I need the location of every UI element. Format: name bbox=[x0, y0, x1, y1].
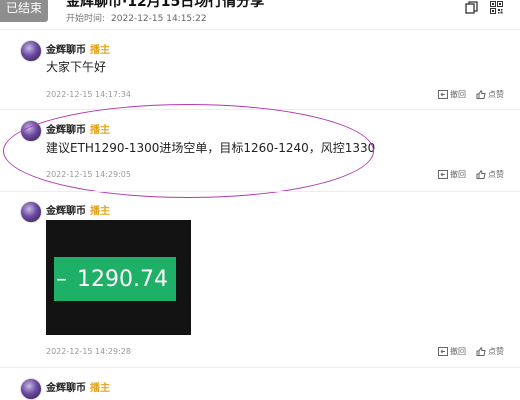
thumbs-up-icon bbox=[476, 347, 486, 356]
price-value: 1290.74 bbox=[77, 266, 168, 292]
thumbs-up-icon bbox=[476, 170, 486, 179]
revoke-button[interactable]: 撤回 bbox=[438, 89, 466, 100]
start-time-value: 2022-12-15 14:15:22 bbox=[111, 14, 207, 24]
avatar bbox=[20, 378, 42, 400]
status-badge: 已结束 bbox=[0, 0, 48, 22]
host-tag: 播主 bbox=[90, 206, 110, 217]
avatar bbox=[20, 201, 42, 223]
message-divider bbox=[0, 367, 520, 368]
revoke-label: 撤回 bbox=[450, 170, 466, 179]
copy-icon[interactable] bbox=[464, 0, 478, 14]
host-tag: 播主 bbox=[90, 383, 110, 394]
author-name: 金辉聊币 bbox=[46, 45, 86, 56]
live-title: 金辉聊币·12月15日场行情分享 bbox=[66, 0, 265, 10]
revoke-label: 撤回 bbox=[450, 90, 466, 99]
thumbs-up-icon bbox=[476, 90, 486, 99]
author-name: 金辉聊币 bbox=[46, 206, 86, 217]
revoke-icon bbox=[438, 347, 448, 356]
like-button[interactable]: 点赞 bbox=[476, 89, 504, 100]
author-name: 金辉聊币 bbox=[46, 125, 86, 136]
revoke-label: 撤回 bbox=[450, 347, 466, 356]
revoke-button[interactable]: 撤回 bbox=[438, 169, 466, 180]
live-header: 已结束 金辉聊币·12月15日场行情分享 开始时间: 2022-12-15 14:… bbox=[0, 0, 520, 28]
like-label: 点赞 bbox=[488, 90, 504, 99]
avatar bbox=[20, 40, 42, 62]
like-button[interactable]: 点赞 bbox=[476, 346, 504, 357]
message-time: 2022-12-15 14:29:05 bbox=[46, 170, 131, 179]
start-time-label: 开始时间: bbox=[66, 14, 106, 24]
price-sign: – bbox=[56, 266, 67, 292]
message-divider bbox=[0, 109, 520, 110]
price-screenshot[interactable]: – 1290.74 bbox=[46, 220, 191, 335]
header-divider bbox=[0, 29, 520, 30]
message-time: 2022-12-15 14:29:28 bbox=[46, 347, 131, 356]
avatar bbox=[20, 120, 42, 142]
message-text: 大家下午好 bbox=[46, 60, 107, 74]
price-banner: – 1290.74 bbox=[54, 257, 176, 301]
host-tag: 播主 bbox=[90, 125, 110, 136]
like-button[interactable]: 点赞 bbox=[476, 169, 504, 180]
revoke-button[interactable]: 撤回 bbox=[438, 346, 466, 357]
start-time: 开始时间: 2022-12-15 14:15:22 bbox=[66, 11, 207, 24]
revoke-icon bbox=[438, 90, 448, 99]
message-divider bbox=[0, 191, 520, 192]
revoke-icon bbox=[438, 170, 448, 179]
message-time: 2022-12-15 14:17:34 bbox=[46, 90, 131, 99]
host-tag: 播主 bbox=[90, 45, 110, 56]
like-label: 点赞 bbox=[488, 170, 504, 179]
message-text: 建议ETH1290-1300进场空单，目标1260-1240，风控1330 bbox=[46, 141, 376, 155]
like-label: 点赞 bbox=[488, 347, 504, 356]
qr-code-icon[interactable] bbox=[489, 0, 503, 14]
author-name: 金辉聊币 bbox=[46, 383, 86, 394]
